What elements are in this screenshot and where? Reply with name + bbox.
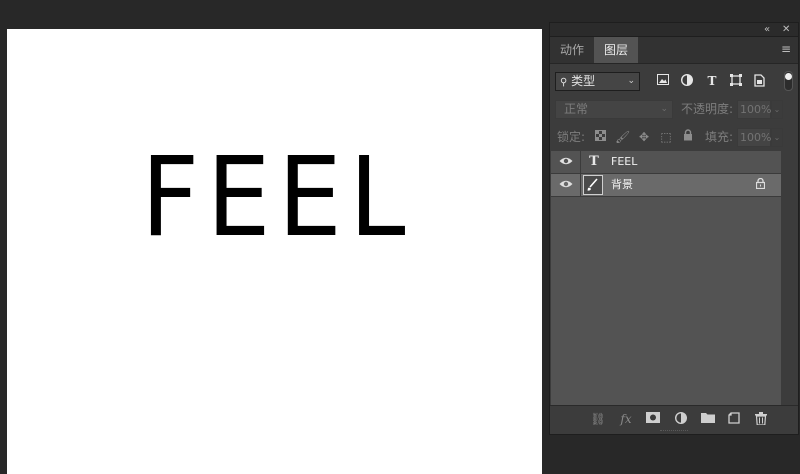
brush-thumbnail-icon <box>587 178 598 191</box>
panel-resize-grip[interactable] <box>660 430 688 433</box>
fill-dropdown-arrow[interactable]: ⌄ <box>771 128 783 147</box>
fx-icon[interactable]: fx <box>618 412 634 426</box>
trash-icon[interactable] <box>753 412 769 426</box>
image-filter-icon[interactable] <box>656 74 670 88</box>
fill-input[interactable]: 100% <box>737 128 771 147</box>
opacity-input[interactable]: 100% <box>737 100 771 119</box>
filter-kind-value: 类型 <box>571 74 596 88</box>
layer-lock-icon <box>755 177 766 192</box>
layers-scrollbar[interactable] <box>781 151 797 405</box>
new-adjustment-layer-icon[interactable] <box>673 411 689 426</box>
lock-row: 锁定: 🖌 ✥ ⬚ 填充: 100% ⌄ <box>550 127 798 149</box>
text-layer-thumbnail-icon: T <box>589 154 599 169</box>
layer-name[interactable]: FEEL <box>611 151 637 173</box>
opacity-label: 不透明度: <box>681 102 734 116</box>
blend-mode-select[interactable]: 正常 ⌄ <box>555 100 673 119</box>
tab-layers[interactable]: 图层 <box>594 37 639 63</box>
layer-row-background[interactable]: 背景 <box>551 174 781 197</box>
layers-bottom-bar: ⛓ fx <box>550 405 798 433</box>
search-icon: ⚲ <box>560 77 568 88</box>
close-panel-icon[interactable]: ✕ <box>782 23 790 36</box>
blend-mode-value: 正常 <box>564 102 589 116</box>
lock-image-pixels-icon[interactable]: 🖌 <box>615 129 630 145</box>
panel-tabs: 动作 图层 ≡ <box>550 37 798 64</box>
layer-row-feel[interactable]: T FEEL <box>551 151 781 174</box>
adjustment-filter-icon[interactable] <box>680 73 694 88</box>
lock-label: 锁定: <box>557 130 586 144</box>
layer-name[interactable]: 背景 <box>611 174 633 196</box>
lock-artboard-icon[interactable]: ⬚ <box>659 129 673 145</box>
lock-all-icon[interactable] <box>681 129 695 145</box>
blend-row: 正常 ⌄ 不透明度: 100% ⌄ <box>550 99 798 121</box>
new-layer-icon[interactable] <box>726 412 742 426</box>
fill-label: 填充: <box>705 130 734 144</box>
layer-filter-row: ⚲ 类型 ⌄ T <box>550 69 798 93</box>
visibility-divider <box>580 174 581 196</box>
add-mask-icon[interactable] <box>645 412 661 426</box>
text-filter-icon[interactable]: T <box>705 74 719 88</box>
filter-kind-select[interactable]: ⚲ 类型 ⌄ <box>555 72 640 91</box>
document-canvas[interactable]: FEEL <box>7 29 542 474</box>
opacity-dropdown-arrow[interactable]: ⌄ <box>771 100 783 119</box>
tab-actions[interactable]: 动作 <box>550 37 594 63</box>
collapse-panel-icon[interactable]: « <box>764 23 770 36</box>
link-layers-icon[interactable]: ⛓ <box>590 412 606 426</box>
eye-icon[interactable] <box>559 179 573 191</box>
lock-position-icon[interactable]: ✥ <box>637 129 651 145</box>
eye-icon[interactable] <box>559 156 573 168</box>
chevron-down-icon: ⌄ <box>660 104 668 114</box>
layers-list: T FEEL 背景 <box>551 151 781 405</box>
new-group-folder-icon[interactable] <box>700 412 716 426</box>
shape-filter-icon[interactable] <box>729 74 743 88</box>
smart-object-filter-icon[interactable] <box>752 74 766 88</box>
chevron-down-icon: ⌄ <box>627 76 635 86</box>
panel-menu-icon[interactable]: ≡ <box>781 42 791 56</box>
filter-toggle-switch[interactable] <box>784 71 793 91</box>
layer-thumbnail <box>583 175 603 195</box>
visibility-divider <box>580 151 581 173</box>
panel-title-bar: « ✕ <box>550 23 798 37</box>
lock-transparent-pixels-icon[interactable] <box>593 129 607 145</box>
canvas-text-feel: FEEL <box>141 133 413 261</box>
layers-panel: « ✕ 动作 图层 ≡ ⚲ 类型 ⌄ T 正常 ⌄ 不透明度: 100% ⌄ 锁… <box>549 22 799 435</box>
